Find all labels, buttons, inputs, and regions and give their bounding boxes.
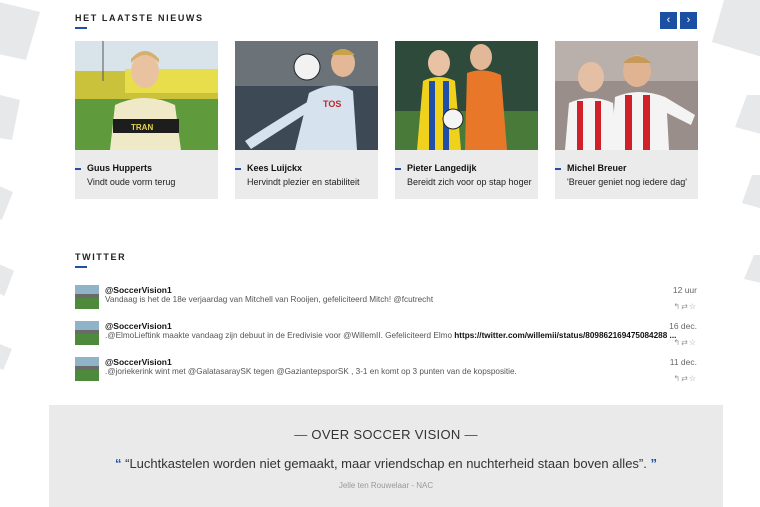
tweet-time[interactable]: 11 dec. — [670, 357, 697, 367]
title-dash: — — [294, 427, 312, 442]
news-photo — [395, 41, 538, 150]
tweet-text: .@ElmoLieftink maakte vandaag zijn debuu… — [105, 331, 677, 340]
news-section-title: HET LAATSTE NIEUWS — [75, 13, 204, 23]
tweet-time[interactable]: 12 uur — [673, 285, 697, 295]
title-dash: — — [460, 427, 478, 442]
reply-icon[interactable]: ↰ — [673, 338, 681, 347]
tweet-handle[interactable]: @SoccerVision1 — [105, 357, 172, 367]
news-card-name: Guus Hupperts — [74, 163, 153, 173]
page: HET LAATSTE NIEUWS ‹ › TRAN Guus Huppert… — [0, 0, 760, 507]
news-photo: TRAN — [75, 41, 218, 150]
tweet-avatar[interactable] — [75, 321, 99, 345]
news-card[interactable]: Michel Breuer 'Breuer geniet nog iedere … — [555, 41, 698, 199]
about-section: — OVER SOCCER VISION — “ “Luchtkastelen … — [49, 405, 723, 507]
favorite-icon[interactable]: ☆ — [689, 302, 697, 311]
tweet-actions: ↰⇄☆ — [673, 338, 697, 347]
tweet-avatar[interactable] — [75, 285, 99, 309]
news-card-headline: Hervindt plezier en stabiliteit — [247, 177, 360, 187]
reply-icon[interactable]: ↰ — [673, 374, 681, 383]
tweet-link[interactable]: https://twitter.com/willemii/status/8098… — [454, 331, 676, 340]
news-card[interactable]: Pieter Langedijk Bereidt zich voor op st… — [395, 41, 538, 199]
tweet-actions: ↰⇄☆ — [673, 302, 697, 311]
tweet-text: .@joriekerink wint met @GalatasaraySK te… — [105, 367, 517, 376]
favorite-icon[interactable]: ☆ — [689, 338, 697, 347]
news-card-name: Pieter Langedijk — [395, 163, 477, 173]
reply-icon[interactable]: ↰ — [673, 302, 681, 311]
tweet: @SoccerVision1 .@ElmoLieftink maakte van… — [75, 321, 697, 349]
news-photo: TOS — [235, 41, 378, 150]
tweet: @SoccerVision1 Vandaag is het de 18e ver… — [75, 285, 697, 313]
twitter-section-title: TWITTER — [75, 252, 127, 262]
svg-text:TRAN: TRAN — [131, 123, 153, 132]
retweet-icon[interactable]: ⇄ — [681, 302, 689, 311]
news-title-underline — [75, 27, 87, 29]
close-quote-icon: ” — [646, 456, 657, 471]
news-card-name: Michel Breuer — [555, 163, 627, 173]
news-prev-button[interactable]: ‹ — [660, 12, 677, 29]
tweet-handle[interactable]: @SoccerVision1 — [105, 285, 172, 295]
news-card-headline: Vindt oude vorm terug — [87, 177, 176, 187]
tweet-actions: ↰⇄☆ — [673, 374, 697, 383]
quote-author: Jelle ten Rouwelaar - NAC — [338, 481, 434, 490]
news-photo — [555, 41, 698, 150]
retweet-icon[interactable]: ⇄ — [681, 338, 689, 347]
open-quote-icon: “ — [114, 456, 126, 471]
tweet-handle[interactable]: @SoccerVision1 — [105, 321, 172, 331]
svg-text:TOS: TOS — [323, 99, 341, 109]
tweet-time[interactable]: 16 dec. — [669, 321, 697, 331]
news-card[interactable]: TRAN Guus Hupperts Vindt oude vorm terug — [74, 41, 218, 199]
news-next-button[interactable]: › — [680, 12, 697, 29]
about-quote: “ “Luchtkastelen worden niet gemaakt, ma… — [114, 456, 657, 471]
tweet: @SoccerVision1 .@joriekerink wint met @G… — [75, 357, 697, 385]
tweet-text: Vandaag is het de 18e verjaardag van Mit… — [105, 295, 434, 304]
news-card-headline: Bereidt zich voor op stap hoger — [407, 177, 532, 187]
news-card[interactable]: TOS Kees Luijckx Hervindt plezier en sta… — [234, 41, 378, 199]
favorite-icon[interactable]: ☆ — [689, 374, 697, 383]
news-card-headline: 'Breuer geniet nog iedere dag' — [567, 177, 688, 187]
twitter-title-underline — [75, 266, 87, 268]
tweet-avatar[interactable] — [75, 357, 99, 381]
retweet-icon[interactable]: ⇄ — [681, 374, 689, 383]
about-title: — OVER SOCCER VISION — — [294, 427, 478, 442]
news-card-name: Kees Luijckx — [234, 163, 303, 173]
